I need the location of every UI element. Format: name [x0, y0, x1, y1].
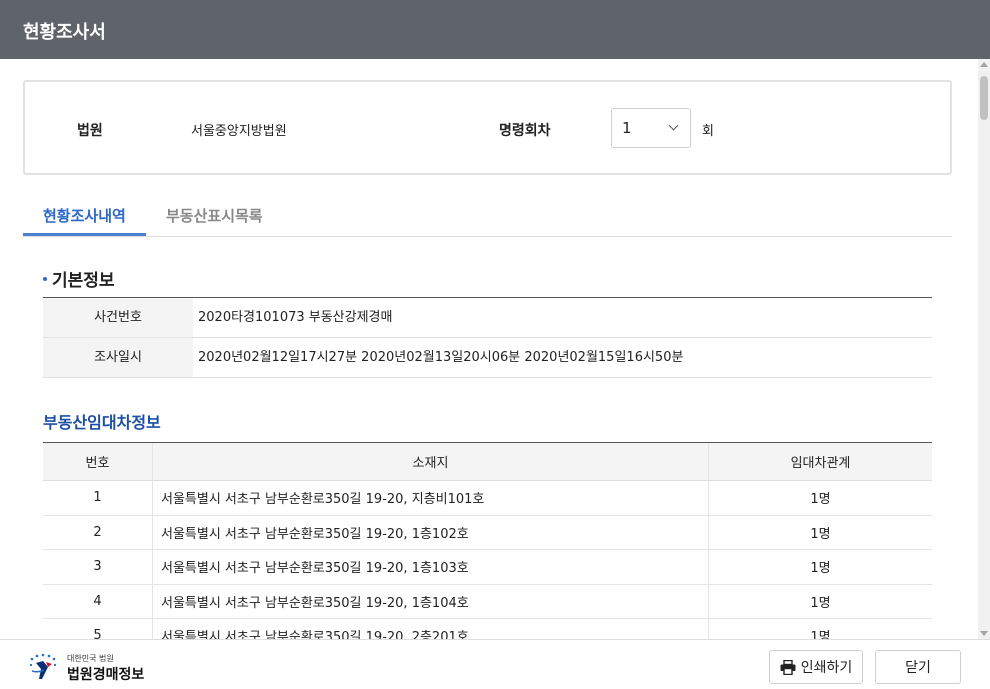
- row-relation: 1명: [810, 630, 831, 639]
- lease-info-title: 부동산임대차정보: [43, 413, 161, 432]
- row-relation: 1명: [810, 595, 831, 611]
- close-button-label: 닫기: [905, 660, 931, 676]
- close-button[interactable]: 닫기: [875, 650, 961, 684]
- printer-icon: [780, 659, 796, 675]
- tab-property-list[interactable]: 부동산표시목록: [166, 205, 263, 226]
- main-content: 법원 서울중앙지방법원 명령회차 1 회 현황조사내역 부동산표시목록 기본정보…: [0, 59, 978, 639]
- table-header: 번호 소재지 임대차관계: [43, 443, 932, 481]
- row-address: 서울특별시 서초구 남부순환로350길 19-20, 2층201호: [153, 619, 709, 639]
- vertical-scrollbar[interactable]: [978, 59, 990, 639]
- table-row: 사건번호 2020타경101073 부동산강제경매: [43, 298, 932, 338]
- header-address: 소재지: [153, 443, 709, 480]
- row-number: 3: [43, 550, 153, 584]
- basic-info-table: 사건번호 2020타경101073 부동산강제경매 조사일시 2020년02월1…: [43, 297, 932, 378]
- header-number: 번호: [43, 443, 153, 480]
- row-relation: 1명: [810, 526, 831, 542]
- order-round-value: 1: [622, 119, 632, 137]
- table-row: 1 서울특별시 서초구 남부순환로350길 19-20, 지층비101호 1명: [43, 481, 932, 516]
- lease-info-table: 번호 소재지 임대차관계 1 서울특별시 서초구 남부순환로350길 19-20…: [43, 442, 932, 639]
- court-label: 법원: [77, 123, 103, 139]
- table-row: 조사일시 2020년02월12일17시27분 2020년02월13일20시06분…: [43, 338, 932, 378]
- court-emblem-icon: [29, 653, 57, 679]
- window-title: 현황조사서: [0, 0, 990, 59]
- header-lease-relation: 임대차관계: [790, 456, 851, 471]
- table-row: 2 서울특별시 서초구 남부순환로350길 19-20, 1층102호 1명: [43, 515, 932, 550]
- active-tab-indicator: [23, 233, 146, 236]
- row-address: 서울특별시 서초구 남부순환로350길 19-20, 지층비101호: [153, 481, 709, 515]
- table-row: 4 서울특별시 서초구 남부순환로350길 19-20, 1층104호 1명: [43, 584, 932, 619]
- basic-info-title: 기본정보: [52, 271, 115, 291]
- footer-bar: 대한민국 법원 법원경매정보 인쇄하기 닫기: [0, 639, 990, 689]
- case-number-label: 사건번호: [43, 298, 193, 337]
- row-address: 서울특별시 서초구 남부순환로350길 19-20, 1층104호: [153, 584, 709, 618]
- row-address: 서울특별시 서초구 남부순환로350길 19-20, 1층103호: [153, 550, 709, 584]
- table-row: 3 서울특별시 서초구 남부순환로350길 19-20, 1층103호 1명: [43, 550, 932, 585]
- court-value: 서울중앙지방법원: [191, 124, 287, 139]
- scroll-down-arrow-icon[interactable]: [980, 631, 988, 636]
- row-number: 1: [43, 481, 153, 515]
- row-number: 2: [43, 515, 153, 549]
- logo-title: 법원경매정보: [67, 667, 145, 683]
- print-button-label: 인쇄하기: [800, 660, 853, 676]
- row-address: 서울특별시 서초구 남부순환로350길 19-20, 1층102호: [153, 515, 709, 549]
- court-auction-logo: 대한민국 법원 법원경매정보: [28, 651, 168, 683]
- row-relation: 1명: [810, 561, 831, 577]
- row-number: 4: [43, 584, 153, 618]
- order-round-unit: 회: [702, 124, 714, 139]
- chevron-down-icon: [668, 120, 679, 131]
- bullet-icon: [43, 277, 47, 281]
- scroll-up-arrow-icon[interactable]: [980, 62, 988, 67]
- table-row: 5 서울특별시 서초구 남부순환로350길 19-20, 2층201호 1명: [43, 619, 932, 639]
- logo-subtitle: 대한민국 법원: [67, 654, 114, 663]
- tab-bar: 현황조사내역 부동산표시목록: [23, 199, 952, 237]
- print-button[interactable]: 인쇄하기: [769, 650, 863, 684]
- row-number: 5: [43, 619, 153, 639]
- basic-info-heading: 기본정보: [43, 266, 115, 291]
- case-number-value: 2020타경101073 부동산강제경매: [198, 310, 393, 325]
- tab-status-survey[interactable]: 현황조사내역: [43, 205, 126, 226]
- order-round-select[interactable]: 1: [611, 108, 691, 148]
- order-round-label: 명령회차: [499, 123, 551, 139]
- survey-date-value: 2020년02월12일17시27분 2020년02월13일20시06분 2020…: [198, 350, 684, 365]
- scroll-thumb[interactable]: [980, 76, 988, 120]
- survey-date-label: 조사일시: [43, 338, 193, 377]
- row-relation: 1명: [810, 492, 831, 508]
- info-box: 법원 서울중앙지방법원 명령회차 1 회: [23, 80, 952, 175]
